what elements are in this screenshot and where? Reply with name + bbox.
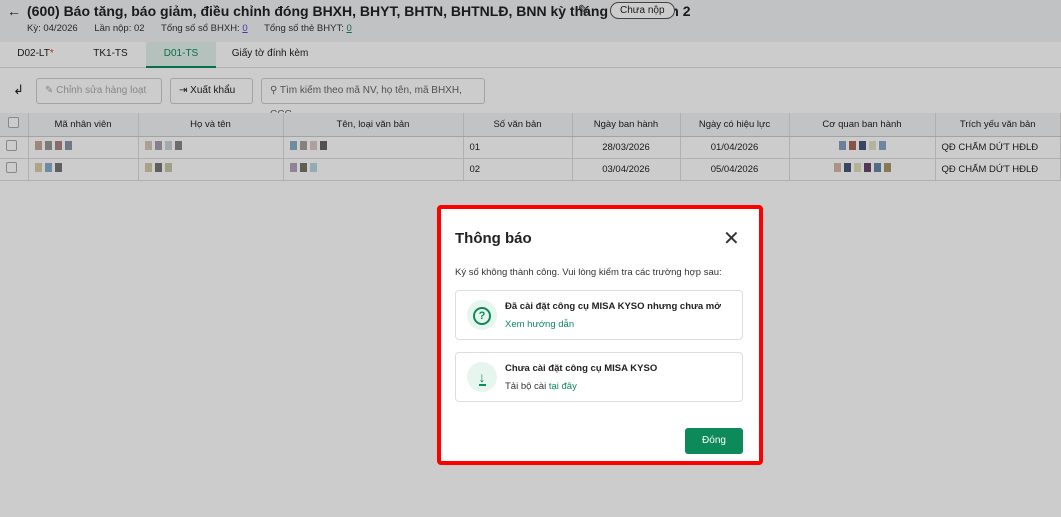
question-circle-icon: ? bbox=[467, 300, 497, 330]
view-guide-link[interactable]: Xem hướng dẫn bbox=[505, 319, 574, 330]
case-card-not-opened: ? Đã cài đặt công cụ MISA KYSO nhưng chư… bbox=[455, 290, 743, 340]
download-icon: ↓ bbox=[467, 362, 497, 392]
case-card-not-installed: ↓ Chưa cài đặt công cụ MISA KYSO Tải bộ … bbox=[455, 352, 743, 402]
case-title: Đã cài đặt công cụ MISA KYSO nhưng chưa … bbox=[505, 301, 721, 312]
dialog-message: Ký số không thành công. Vui lòng kiểm tr… bbox=[455, 267, 722, 278]
download-here-link[interactable]: tại đây bbox=[549, 381, 577, 392]
dialog-title: Thông báo bbox=[455, 230, 532, 247]
close-button[interactable]: Đóng bbox=[685, 428, 743, 454]
case-title: Chưa cài đặt công cụ MISA KYSO bbox=[505, 363, 658, 374]
notification-dialog: Thông báo ✕ Ký số không thành công. Vui … bbox=[437, 205, 763, 465]
download-text: Tải bộ cài bbox=[505, 381, 549, 392]
close-icon[interactable]: ✕ bbox=[723, 226, 740, 251]
